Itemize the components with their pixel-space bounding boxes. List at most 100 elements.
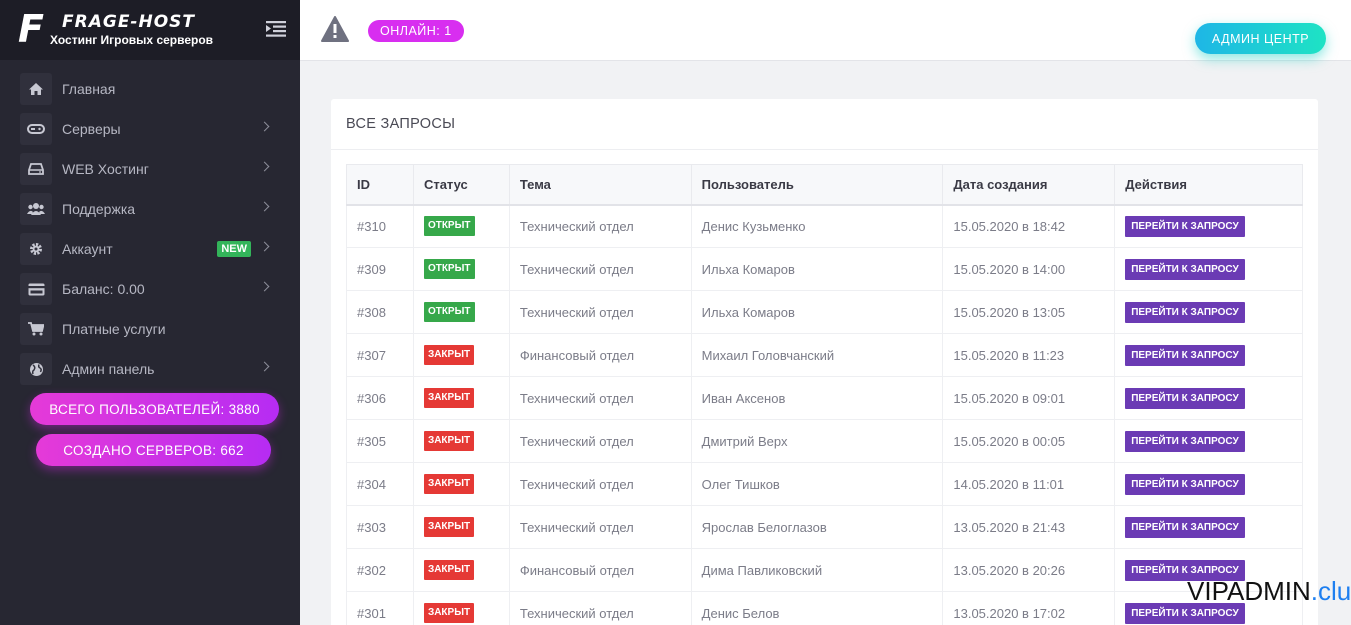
status-cell: ЗАКРЫТ (412, 505, 510, 549)
table-row: #307 ЗАКРЫТ Финансовый отдел Михаил Головча… (346, 333, 1303, 377)
open-request-button[interactable]: ПЕРЕЙТИ К ЗАПРОСУ (1125, 430, 1245, 452)
column-header[interactable]: Статус (412, 164, 510, 206)
column-header[interactable]: Дата создания (942, 164, 1116, 206)
status-badge: ОТКРЫТ (423, 259, 475, 279)
table-row: #310 ОТКРЫТ Технический отдел Денис Кузьмен… (346, 204, 1303, 248)
status-cell: ЗАКРЫТ (412, 591, 510, 625)
actions-cell: ПЕРЕЙТИ К ЗАПРОСУ (1114, 462, 1303, 506)
chevron-right-icon (259, 121, 270, 132)
new-badge: NEW (217, 241, 251, 257)
request-topic: Технический отдел (508, 462, 692, 506)
column-header[interactable]: Пользователь (690, 164, 944, 206)
open-request-button[interactable]: ПЕРЕЙТИ К ЗАПРОСУ (1125, 215, 1245, 237)
sidebar-item-label: Админ панель (62, 361, 155, 377)
sidebar-nav: Главная Серверы WEB Хостинг Поддержка Ак… (20, 69, 282, 389)
request-id: #308 (346, 290, 414, 334)
request-topic: Технический отдел (508, 591, 692, 625)
topbar: ОНЛАЙН: 1 АДМИН ЦЕНТР (300, 0, 1351, 61)
sidebar-item-web-hosting[interactable]: WEB Хостинг (20, 149, 282, 189)
table-row: #308 ОТКРЫТ Технический отдел Ильха Комаров… (346, 290, 1303, 334)
request-user: Ильха Комаров (690, 247, 944, 291)
actions-cell: ПЕРЕЙТИ К ЗАПРОСУ (1114, 333, 1303, 377)
users-icon (20, 193, 52, 225)
chevron-right-icon (259, 201, 270, 212)
request-date: 15.05.2020 в 14:00 (942, 247, 1116, 291)
open-request-button[interactable]: ПЕРЕЙТИ К ЗАПРОСУ (1125, 301, 1245, 323)
request-date: 14.05.2020 в 11:01 (942, 462, 1116, 506)
card-title: ВСЕ ЗАПРОСЫ (346, 116, 456, 132)
sidebar-item-label: Платные услуги (62, 321, 166, 337)
sidebar-item-servers[interactable]: Серверы (20, 109, 282, 149)
request-date: 15.05.2020 в 11:23 (942, 333, 1116, 377)
actions-cell: ПЕРЕЙТИ К ЗАПРОСУ (1114, 505, 1303, 549)
request-topic: Финансовый отдел (508, 333, 692, 377)
status-cell: ОТКРЫТ (412, 247, 510, 291)
logo-mark[interactable]: F (18, 10, 50, 48)
status-badge: ЗАКРЫТ (423, 431, 475, 451)
brand-name[interactable]: FRAGE-HOST (62, 13, 195, 31)
column-header[interactable]: Действия (1114, 164, 1303, 206)
open-request-button[interactable]: ПЕРЕЙТИ К ЗАПРОСУ (1125, 516, 1245, 538)
request-topic: Технический отдел (508, 247, 692, 291)
sidebar-item-account[interactable]: Аккаунт NEW (20, 229, 282, 269)
status-cell: ОТКРЫТ (412, 290, 510, 334)
request-date: 13.05.2020 в 21:43 (942, 505, 1116, 549)
sidebar-item-home[interactable]: Главная (20, 69, 282, 109)
status-cell: ЗАКРЫТ (412, 419, 510, 463)
table-row: #306 ЗАКРЫТ Технический отдел Иван Аксенов 1… (346, 376, 1303, 420)
sidebar-item-balance[interactable]: Баланс: 0.00 (20, 269, 282, 309)
status-cell: ЗАКРЫТ (412, 376, 510, 420)
gamepad-icon (20, 113, 52, 145)
sidebar-item-paid-services[interactable]: Платные услуги (20, 309, 282, 349)
gear-icon (20, 233, 52, 265)
admin-center-button[interactable]: АДМИН ЦЕНТР (1195, 23, 1326, 54)
sidebar-toggle-icon[interactable] (266, 20, 286, 38)
column-header[interactable]: Тема (508, 164, 692, 206)
table-row: #301 ЗАКРЫТ Технический отдел Денис Белов 13… (346, 591, 1303, 625)
open-request-button[interactable]: ПЕРЕЙТИ К ЗАПРОСУ (1125, 473, 1245, 495)
request-topic: Технический отдел (508, 376, 692, 420)
warning-icon[interactable] (321, 16, 349, 42)
request-date: 13.05.2020 в 17:02 (942, 591, 1116, 625)
request-topic: Технический отдел (508, 505, 692, 549)
table-header-row: ID Статус Тема Пользователь Дата создани… (346, 164, 1303, 206)
request-user: Ярослав Белоглазов (690, 505, 944, 549)
request-user: Денис Кузьменко (690, 204, 944, 248)
chevron-right-icon (259, 161, 270, 172)
open-request-button[interactable]: ПЕРЕЙТИ К ЗАПРОСУ (1125, 258, 1245, 280)
table-row: #305 ЗАКРЫТ Технический отдел Дмитрий Верх 1… (346, 419, 1303, 463)
column-header[interactable]: ID (346, 164, 414, 206)
home-icon (20, 73, 52, 105)
request-date: 15.05.2020 в 13:05 (942, 290, 1116, 334)
sidebar-item-support[interactable]: Поддержка (20, 189, 282, 229)
watermark-text: VIPADMIN (1187, 576, 1311, 606)
request-user: Олег Тишков (690, 462, 944, 506)
sidebar-item-admin-panel[interactable]: Админ панель (20, 349, 282, 389)
status-cell: ЗАКРЫТ (412, 548, 510, 592)
table-row: #302 ЗАКРЫТ Финансовый отдел Дима Павликовс… (346, 548, 1303, 592)
actions-cell: ПЕРЕЙТИ К ЗАПРОСУ (1114, 204, 1303, 248)
request-user: Дима Павликовский (690, 548, 944, 592)
request-user: Денис Белов (690, 591, 944, 625)
open-request-button[interactable]: ПЕРЕЙТИ К ЗАПРОСУ (1125, 387, 1245, 409)
actions-cell: ПЕРЕЙТИ К ЗАПРОСУ (1114, 376, 1303, 420)
request-date: 15.05.2020 в 09:01 (942, 376, 1116, 420)
sidebar-item-label: WEB Хостинг (62, 161, 149, 177)
watermark-suffix: .club (1310, 576, 1351, 606)
open-request-button[interactable]: ПЕРЕЙТИ К ЗАПРОСУ (1125, 344, 1245, 366)
request-date: 15.05.2020 в 00:05 (942, 419, 1116, 463)
request-user: Иван Аксенов (690, 376, 944, 420)
status-cell: ЗАКРЫТ (412, 462, 510, 506)
request-id: #306 (346, 376, 414, 420)
status-badge: ЗАКРЫТ (423, 474, 475, 494)
chevron-right-icon (259, 361, 270, 372)
sidebar-item-label: Баланс: 0.00 (62, 281, 145, 297)
request-id: #301 (346, 591, 414, 625)
sidebar-item-label: Аккаунт (62, 241, 113, 257)
brand-subtitle: Хостинг Игровых серверов (50, 33, 214, 47)
status-badge: ЗАКРЫТ (423, 603, 475, 623)
request-id: #303 (346, 505, 414, 549)
chevron-right-icon (259, 241, 270, 252)
sidebar: F FRAGE-HOST Хостинг Игровых серверов Гл… (0, 0, 300, 625)
sidebar-item-label: Серверы (62, 121, 121, 137)
